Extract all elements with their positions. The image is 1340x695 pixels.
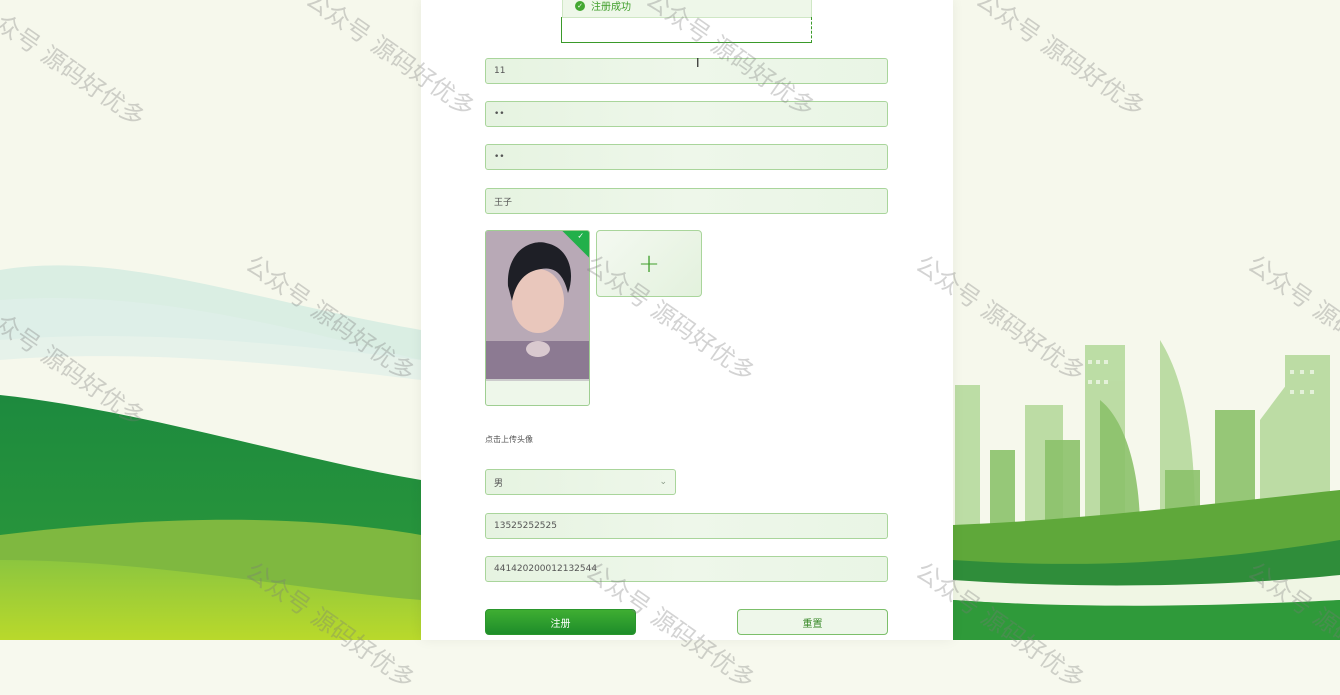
uploaded-avatar[interactable]: ✓ xyxy=(485,230,590,406)
avatar-image xyxy=(486,231,589,381)
name-input[interactable] xyxy=(494,196,879,206)
avatar-hint: 点击上传头像 xyxy=(485,435,533,444)
success-toast: ✓ 注册成功 xyxy=(562,0,812,18)
gender-value: 男 xyxy=(494,478,504,489)
text-cursor-icon: I xyxy=(696,56,700,70)
plus-icon: + xyxy=(638,248,660,279)
id-number-input[interactable] xyxy=(494,564,879,574)
phone-field[interactable] xyxy=(485,513,888,539)
phone-input[interactable] xyxy=(494,521,879,531)
avatar-upload-button[interactable]: + xyxy=(596,230,702,297)
account-input[interactable] xyxy=(494,66,879,76)
password-value: •• xyxy=(494,109,505,119)
toast-text: 注册成功 xyxy=(591,2,631,13)
confirm-password-field[interactable]: •• xyxy=(485,144,888,170)
confirm-password-value: •• xyxy=(494,152,505,162)
check-icon: ✓ xyxy=(577,231,585,241)
account-field[interactable] xyxy=(485,58,888,84)
gender-select[interactable]: 男 ⌄ xyxy=(485,469,676,495)
check-circle-icon: ✓ xyxy=(575,0,585,11)
name-field[interactable] xyxy=(485,188,888,214)
password-field[interactable]: •• xyxy=(485,101,888,127)
chevron-down-icon: ⌄ xyxy=(659,477,667,487)
id-number-field[interactable] xyxy=(485,556,888,582)
reset-button[interactable]: 重置 xyxy=(737,609,888,635)
toast-frame xyxy=(561,17,812,43)
register-button[interactable]: 注册 xyxy=(485,609,636,635)
